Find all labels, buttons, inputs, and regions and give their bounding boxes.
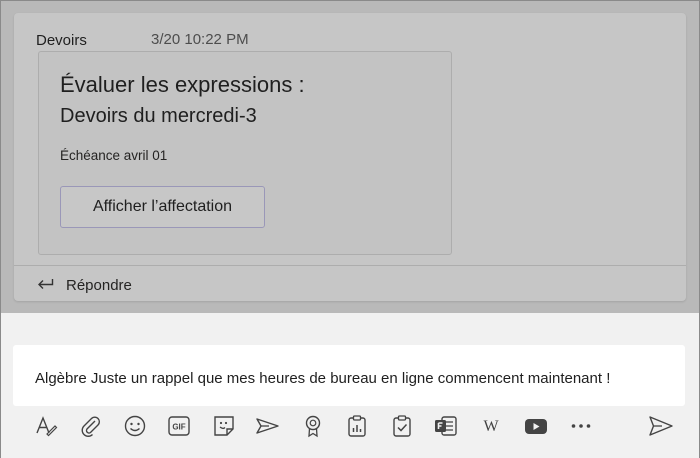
gif-label: GIF	[172, 423, 185, 432]
emoji-icon[interactable]	[122, 413, 148, 439]
wikipedia-icon[interactable]: W	[478, 413, 504, 439]
message-text: Algèbre Juste un rappel que mes heures d…	[35, 370, 611, 387]
post-author: Devoirs	[36, 32, 87, 49]
meet-icon[interactable]	[255, 413, 281, 439]
gif-icon[interactable]: GIF	[166, 413, 192, 439]
assignment-due-date: Échéance avril 01	[60, 148, 168, 163]
assignment-subtitle: Devoirs du mercredi-3	[60, 105, 257, 127]
assignment-card: Évaluer les expressions : Devoirs du mer…	[38, 51, 452, 255]
more-icon[interactable]	[568, 413, 594, 439]
message-input[interactable]: Algèbre Juste un rappel que mes heures d…	[13, 345, 685, 406]
sticker-icon[interactable]	[211, 413, 237, 439]
reply-bar[interactable]: Répondre	[14, 265, 686, 302]
insights-icon[interactable]	[344, 413, 370, 439]
wikipedia-label: W	[483, 418, 499, 435]
compose-box: Algèbre Juste un rappel que mes heures d…	[1, 313, 699, 458]
format-icon[interactable]	[33, 413, 59, 439]
teams-window: Devoirs 3/20 10:22 PM Évaluer les expres…	[0, 0, 700, 458]
forms-icon[interactable]	[433, 413, 459, 439]
channel-post: Devoirs 3/20 10:22 PM Évaluer les expres…	[14, 13, 686, 301]
youtube-icon[interactable]	[523, 413, 549, 439]
assignments-icon[interactable]	[389, 413, 415, 439]
send-icon[interactable]	[648, 413, 674, 439]
reply-arrow-icon	[38, 279, 54, 289]
post-timestamp: 3/20 10:22 PM	[151, 31, 249, 48]
praise-icon[interactable]	[300, 413, 326, 439]
assignment-title: Évaluer les expressions :	[60, 72, 305, 97]
view-assignment-button[interactable]: Afficher l’affectation	[60, 186, 265, 228]
attach-icon[interactable]	[78, 413, 104, 439]
reply-label: Répondre	[66, 277, 132, 294]
